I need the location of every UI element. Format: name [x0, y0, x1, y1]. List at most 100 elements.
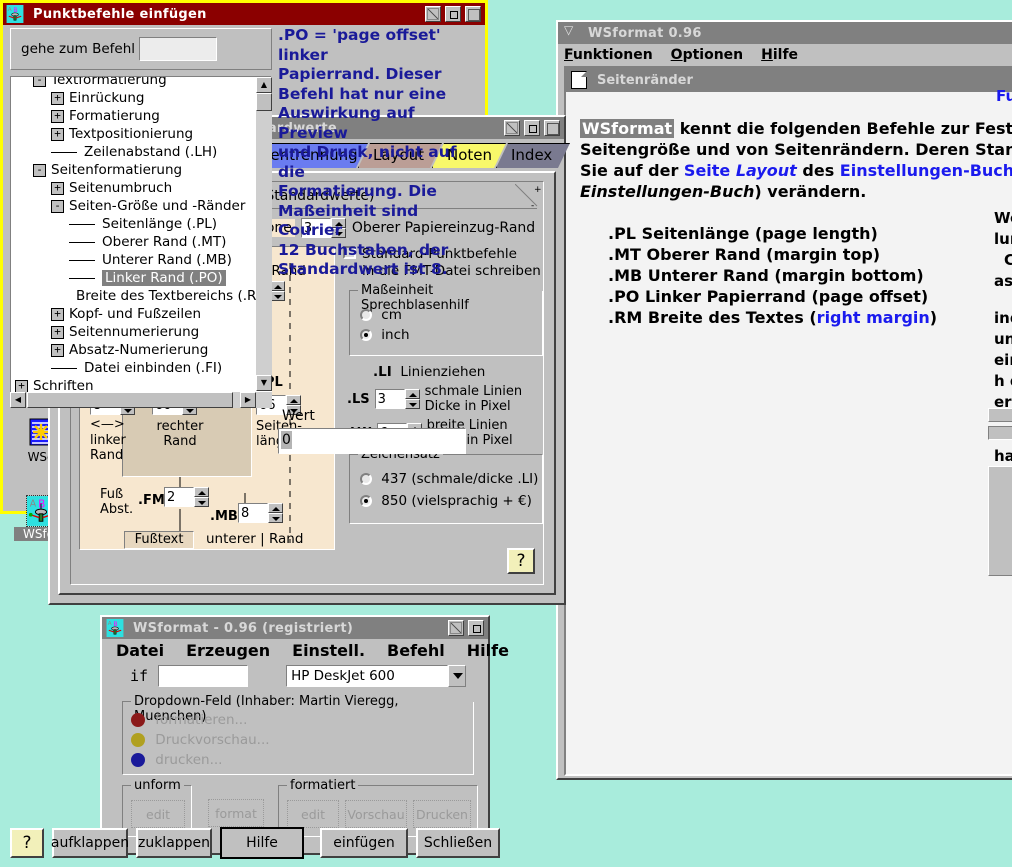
tree-item[interactable]: + Absatz-Numerierung: [11, 341, 255, 359]
printer-chevron-down-icon[interactable]: [448, 665, 467, 687]
menu-optionen[interactable]: Optionen: [671, 47, 743, 63]
wsreg-menu-hilfe[interactable]: Hilfe: [467, 641, 509, 660]
tree-item[interactable]: Seitenlänge (.PL): [11, 215, 255, 233]
collapse-button[interactable]: zuklappen: [136, 828, 212, 858]
wsreg-menubar[interactable]: Datei Erzeugen Einstell. Befehl Hilfe: [102, 639, 509, 661]
hilfe-button[interactable]: Hilfe: [220, 827, 304, 859]
collapse-icon[interactable]: -: [33, 77, 46, 87]
tree-item[interactable]: - Textformatierung: [11, 77, 255, 89]
expand-icon[interactable]: +: [51, 91, 64, 105]
fm-arrows[interactable]: [194, 487, 209, 507]
wsreg-menu-datei[interactable]: Datei: [116, 641, 164, 660]
wsreg-minimize-button[interactable]: [468, 620, 484, 636]
menu-hilfe[interactable]: Hilfe: [761, 47, 798, 63]
tree-vscroll-thumb[interactable]: [256, 93, 272, 111]
tree-item[interactable]: Oberer Rand (.MT): [11, 233, 255, 251]
value-input[interactable]: 0: [278, 428, 466, 454]
tree-hscroll-thumb[interactable]: [27, 392, 233, 408]
tree-hscrollbar[interactable]: ◀ ▶: [10, 392, 272, 408]
printer-select[interactable]: HP DeskJet 600: [286, 665, 467, 687]
punkt-titlebar[interactable]: A B Punktbefehle einfügen: [3, 3, 485, 25]
fold-corner-icon[interactable]: + -: [514, 183, 542, 211]
tree-item[interactable]: + Seitennumerierung: [11, 323, 255, 341]
unit-radio-inch[interactable]: [360, 329, 372, 341]
expand-icon[interactable]: +: [51, 109, 64, 123]
ls-arrows[interactable]: [404, 389, 420, 409]
expand-icon[interactable]: +: [15, 379, 28, 393]
goto-input[interactable]: [139, 37, 217, 61]
collapse-icon[interactable]: -: [51, 199, 64, 213]
tree-item[interactable]: + Textpositionierung: [11, 125, 255, 143]
menu-funktionen[interactable]: Funktionen: [564, 47, 653, 63]
wsreg-window-buttons[interactable]: [448, 620, 488, 636]
expand-icon[interactable]: +: [51, 181, 64, 195]
fm-input[interactable]: [164, 487, 194, 507]
wsformat-window[interactable]: WSformat 0.96 Funktionen Optionen Hilfe …: [556, 20, 1012, 780]
wsreg-titlebar[interactable]: A B WSformat - 0.96 (registriert): [102, 617, 488, 639]
ls-input[interactable]: [374, 389, 405, 409]
unit-radio-cm[interactable]: [360, 309, 372, 321]
command-tree-rows[interactable]: - Textformatierung + Einrückung + Formatierun…: [11, 77, 271, 407]
tree-item[interactable]: Unterer Rand (.MB): [11, 251, 255, 269]
wsreg-restore-button[interactable]: [448, 620, 464, 636]
einfuegen-button[interactable]: einfügen: [320, 828, 408, 858]
charset-radio-850[interactable]: [360, 495, 372, 507]
mb-spin[interactable]: [238, 503, 283, 523]
mb-input[interactable]: [238, 503, 268, 523]
wsformat-reg-window[interactable]: A B WSformat - 0.96 (registriert) Datei …: [100, 615, 509, 855]
wsformat-menubar[interactable]: Funktionen Optionen Hilfe: [558, 44, 1012, 66]
tree-item[interactable]: - Seitenformatierung: [11, 161, 255, 179]
punkt-help-icon-button[interactable]: ?: [10, 828, 44, 858]
wsreg-menu-erzeugen[interactable]: Erzeugen: [186, 641, 270, 660]
printer-select-value[interactable]: HP DeskJet 600: [286, 665, 449, 687]
minimize-button[interactable]: [524, 120, 540, 136]
system-menu-icon[interactable]: [562, 23, 580, 40]
tree-connector: [69, 277, 95, 279]
wsreg-menu-einstell[interactable]: Einstell.: [292, 641, 365, 660]
charset-radio-437[interactable]: [360, 473, 372, 485]
unit-option-inch[interactable]: inch: [360, 327, 410, 343]
ls-spin[interactable]: [374, 389, 420, 409]
tree-scroll-up-button[interactable]: ▲: [256, 77, 272, 93]
expand-button[interactable]: aufklappen: [51, 828, 129, 858]
tree-vscrollbar[interactable]: ▲ ▼: [256, 77, 272, 391]
wsreg-menu-befehl[interactable]: Befehl: [387, 641, 445, 660]
mb-arrows[interactable]: [268, 503, 283, 523]
tree-item[interactable]: Zeilenabstand (.LH): [11, 143, 255, 161]
expand-icon[interactable]: +: [51, 343, 64, 357]
expand-icon[interactable]: +: [51, 307, 64, 321]
cmd-4-tail: ): [929, 308, 938, 327]
tree-item[interactable]: Breite des Textbereichs (.RM): [11, 287, 271, 305]
charset-option-437[interactable]: 437 (schmale/dicke .LI): [360, 471, 538, 487]
settings-window-buttons[interactable]: [504, 120, 564, 136]
settings-help-button[interactable]: ?: [507, 548, 535, 574]
tree-item[interactable]: + Formatierung: [11, 107, 255, 125]
schliessen-button[interactable]: Schließen: [416, 828, 500, 858]
tree-item[interactable]: - Seiten-Größe und -Ränder: [11, 197, 255, 215]
expand-icon[interactable]: +: [51, 127, 64, 141]
expand-icon[interactable]: +: [51, 325, 64, 339]
tree-item[interactable]: Datei einbinden (.FI): [11, 359, 255, 377]
punkt-maximize-button[interactable]: [465, 6, 481, 22]
fm-spin[interactable]: [164, 487, 209, 507]
punkt-window-buttons[interactable]: [425, 6, 485, 22]
tree-item[interactable]: + Seitenumbruch: [11, 179, 255, 197]
tree-item[interactable]: Linker Rand (.PO): [11, 269, 255, 287]
collapse-icon[interactable]: -: [33, 163, 46, 177]
command-tree[interactable]: - Textformatierung + Einrückung + Formatierun…: [10, 76, 272, 408]
charset-option-850[interactable]: 850 (vielsprachig + €): [360, 493, 532, 509]
tree-scroll-down-button[interactable]: ▼: [256, 375, 272, 391]
tree-scroll-left-button[interactable]: ◀: [10, 392, 26, 408]
punkt-restore-button[interactable]: [425, 6, 441, 22]
wsformat-titlebar[interactable]: WSformat 0.96: [558, 22, 1012, 44]
punkt-button-row[interactable]: ? aufklappen zuklappen Hilfe einfügen Sc…: [10, 827, 500, 859]
restore-button[interactable]: [504, 120, 520, 136]
unit-option-cm[interactable]: cm: [360, 307, 402, 323]
maximize-button[interactable]: [544, 120, 560, 136]
if-input[interactable]: [158, 665, 249, 687]
tab-index[interactable]: Index: [496, 143, 570, 168]
punkt-minimize-button[interactable]: [445, 6, 461, 22]
tree-item[interactable]: + Kopf- und Fußzeilen: [11, 305, 255, 323]
tree-item[interactable]: + Einrückung: [11, 89, 255, 107]
tree-scroll-right-button[interactable]: ▶: [240, 392, 256, 408]
